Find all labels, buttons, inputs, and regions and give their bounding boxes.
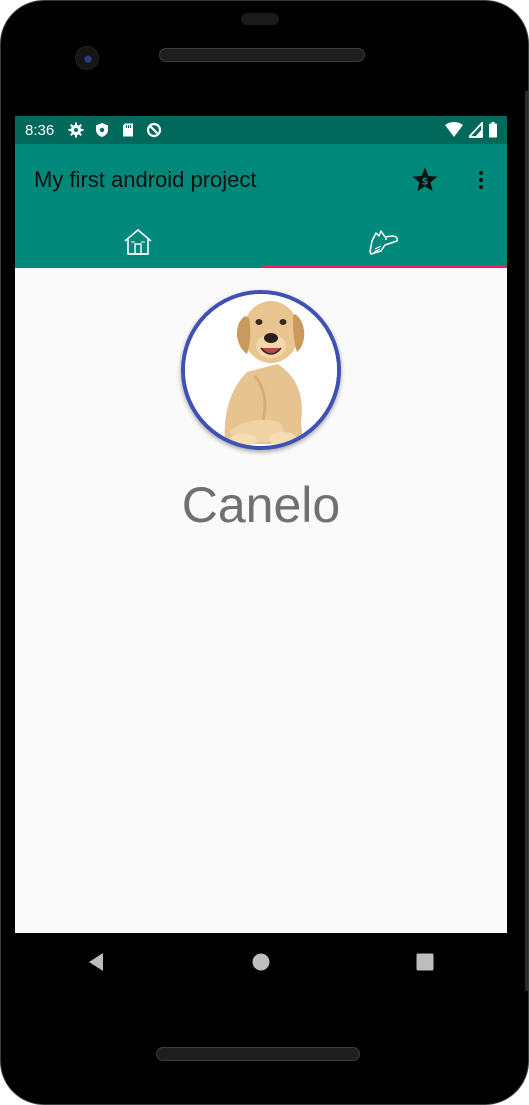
shield-icon xyxy=(96,123,109,137)
status-time: 8:36 xyxy=(25,121,55,139)
sd-card-icon xyxy=(123,123,134,137)
battery-icon xyxy=(489,122,497,138)
app-screen: 8:36 My first android project $ Canelo xyxy=(15,116,507,933)
home-nav-button[interactable] xyxy=(241,942,281,982)
tab-pet[interactable] xyxy=(261,216,507,268)
phone-edge xyxy=(525,91,528,991)
home-circle-icon xyxy=(252,953,270,971)
bottom-speaker-grille xyxy=(156,1047,360,1061)
top-sensor xyxy=(241,13,279,25)
settings-icon xyxy=(68,122,84,138)
more-vert-icon-dot xyxy=(479,171,483,175)
app-toolbar: My first android project $ xyxy=(15,144,507,216)
sync-off-icon xyxy=(147,122,162,138)
more-vert-icon-dot xyxy=(479,178,483,182)
more-vert-icon-dot xyxy=(479,185,483,189)
wifi-icon xyxy=(445,122,463,137)
star-dollar-icon: $ xyxy=(412,167,438,192)
pet-name: Canelo xyxy=(181,477,341,533)
status-right-group xyxy=(445,122,497,138)
phone-frame: 8:36 My first android project $ Canelo xyxy=(0,0,529,1105)
toolbar-actions: $ xyxy=(411,166,507,194)
home-icon xyxy=(124,228,152,255)
dog-photo xyxy=(185,294,337,446)
star-dollar-label: $ xyxy=(422,177,429,188)
star-dollar-button[interactable]: $ xyxy=(411,166,439,194)
tab-bar xyxy=(15,216,507,268)
status-bar: 8:36 xyxy=(15,116,507,144)
pet-avatar xyxy=(181,290,341,450)
front-camera xyxy=(75,46,99,70)
back-icon xyxy=(89,953,103,971)
top-speaker-grille xyxy=(159,48,365,62)
overflow-menu-button[interactable] xyxy=(473,166,489,194)
tab-home[interactable] xyxy=(15,216,261,268)
dog-icon xyxy=(369,230,398,255)
pet-profile: Canelo xyxy=(15,268,507,933)
back-button[interactable] xyxy=(77,942,117,982)
recents-button[interactable] xyxy=(405,942,445,982)
system-nav-bar xyxy=(15,933,507,991)
recents-icon xyxy=(416,953,434,971)
cell-signal-icon xyxy=(469,122,483,138)
app-title: My first android project xyxy=(34,167,257,192)
